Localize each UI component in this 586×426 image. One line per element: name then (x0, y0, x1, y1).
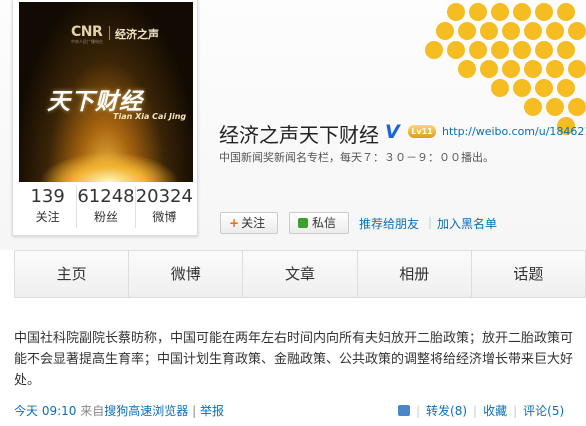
message-icon (298, 218, 308, 228)
follow-button[interactable]: + 关注 (220, 212, 278, 234)
comment-link[interactable]: 评论(5) (523, 404, 564, 418)
show-pinyin: Tian Xia Cai Jing (113, 112, 187, 121)
link-separator: | (428, 215, 433, 229)
avatar-card: CNR 中央人民广播电台 经济之声 天下财经 Tian Xia Cai Jing… (12, 0, 198, 236)
stat-label: 粉丝 (93, 210, 118, 224)
station-name: 经济之声 (115, 28, 159, 41)
verified-icon[interactable]: V (385, 121, 400, 143)
report-link[interactable]: 举报 (200, 404, 224, 418)
profile-description: 中国新闻奖新闻名专栏，每天７：３０－９：００播出。 (219, 151, 494, 164)
stat-value: 61248 (77, 186, 135, 207)
show-title: 天下财经 (47, 89, 143, 115)
stat-following[interactable]: 139 关注 (19, 186, 78, 228)
post-meta: 今天 09:10 来自搜狗高速浏览器 | 举报 (14, 402, 224, 419)
profile-stats: 139 关注 61248 粉丝 20324 微博 (19, 186, 193, 228)
tab-weibo[interactable]: 微博 (129, 251, 244, 297)
profile-url-link[interactable]: http://weibo.com/u/184621 (442, 125, 586, 138)
tab-articles[interactable]: 文章 (243, 251, 358, 297)
favorite-link[interactable]: 收藏 (483, 404, 507, 418)
stat-label: 微博 (152, 210, 177, 224)
profile-name: 经济之声天下财经 (219, 123, 379, 147)
level-badge[interactable]: Lv11 (408, 125, 436, 138)
stat-posts[interactable]: 20324 微博 (136, 186, 193, 228)
blacklist-link[interactable]: 加入黑名单 (437, 215, 497, 232)
stat-label: 关注 (35, 210, 60, 224)
follow-label: 关注 (241, 216, 266, 230)
action-separator: | (513, 404, 518, 418)
tab-topics[interactable]: 话题 (472, 251, 586, 297)
planet-glow (39, 152, 179, 182)
action-separator: | (473, 404, 478, 418)
logo-text: CNR (71, 24, 103, 40)
message-label: 私信 (312, 216, 337, 230)
post-time-link[interactable]: 今天 09:10 (14, 404, 76, 418)
stat-value: 20324 (135, 186, 193, 207)
repost-link[interactable]: 转发(8) (426, 404, 467, 418)
source-link[interactable]: 搜狗高速浏览器 (104, 404, 188, 418)
like-icon[interactable] (398, 405, 410, 416)
avatar[interactable]: CNR 中央人民广播电台 经济之声 天下财经 Tian Xia Cai Jing (19, 2, 193, 182)
tab-home[interactable]: 主页 (15, 251, 130, 297)
logo-divider (109, 26, 110, 40)
profile-tabs: 主页 微博 文章 相册 话题 (14, 250, 586, 298)
stat-followers[interactable]: 61248 粉丝 (77, 186, 136, 228)
source-prefix: 来自 (80, 404, 105, 418)
tab-albums[interactable]: 相册 (358, 251, 472, 297)
recommend-link[interactable]: 推荐给朋友 (359, 215, 419, 232)
meta-separator: | (192, 404, 197, 418)
logo-subtext: 中央人民广播电台 (71, 39, 103, 44)
message-button[interactable]: 私信 (289, 212, 349, 234)
action-separator: | (416, 404, 421, 418)
plus-icon: + (229, 216, 240, 230)
post-text: 中国社科院副院长蔡昉称，中国可能在两年左右时间内向所有夫妇放开二胎政策；放开二胎… (14, 331, 574, 388)
post-actions: | 转发(8) | 收藏 | 评论(5) (398, 402, 564, 419)
stat-value: 139 (30, 186, 65, 207)
